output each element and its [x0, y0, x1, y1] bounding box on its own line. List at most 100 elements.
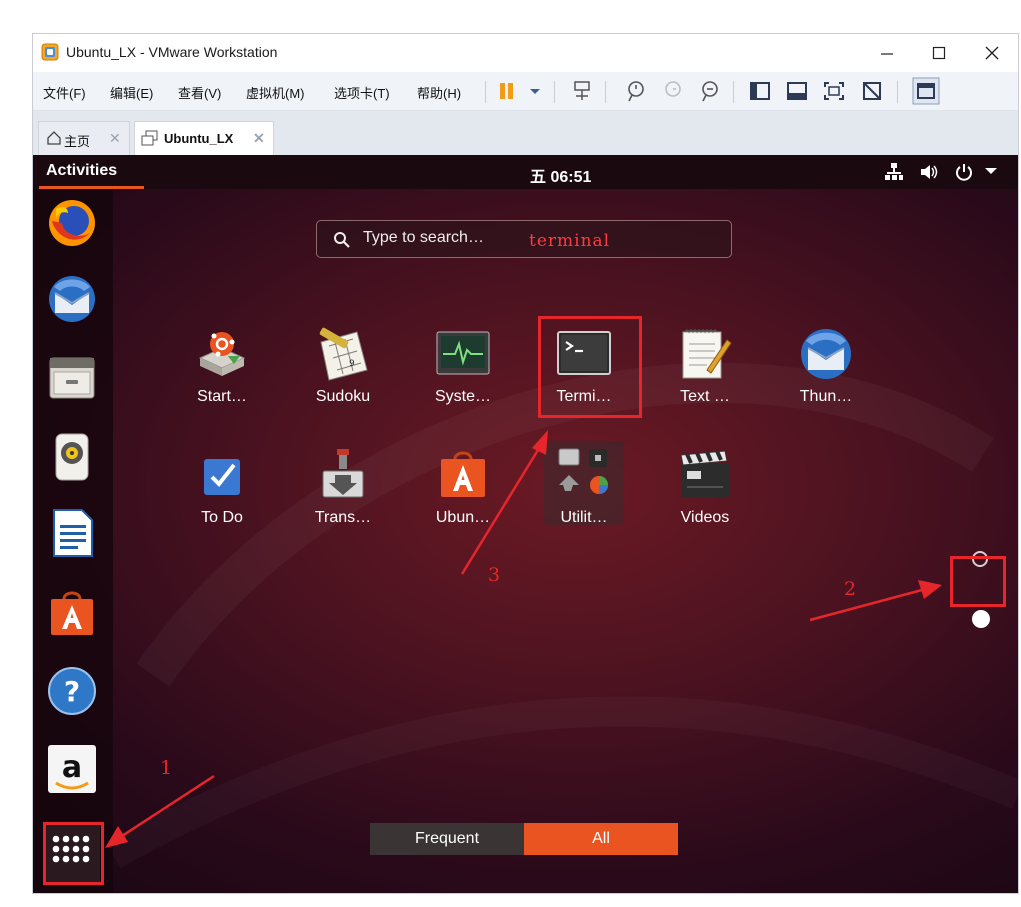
app-ubuntu-software[interactable]: Ubun… — [408, 447, 518, 547]
close-tab-icon[interactable]: ✕ — [109, 130, 121, 147]
svg-text:9: 9 — [349, 359, 355, 369]
close-tab-icon[interactable]: ✕ — [253, 130, 265, 147]
page-dot-1[interactable] — [972, 551, 988, 567]
files-icon[interactable] — [46, 352, 98, 404]
all-button[interactable]: All — [524, 823, 678, 855]
app-label: Start… — [197, 388, 247, 405]
volume-icon[interactable] — [919, 162, 939, 182]
app-label: Ubun… — [435, 509, 491, 526]
toolbar-separator — [485, 81, 486, 103]
minimize-icon — [881, 53, 893, 55]
menu-edit[interactable]: 编辑(E) — [110, 83, 153, 102]
ubuntu-guest-screen[interactable]: Activities 五 06:51 ? a Type to search… t… — [33, 155, 1018, 893]
svg-text:?: ? — [64, 675, 80, 708]
text-editor-icon — [682, 329, 732, 379]
app-startup-disk[interactable]: Start… — [167, 326, 277, 426]
search-field[interactable]: Type to search… terminal — [316, 220, 732, 258]
tab-home-label: 主页 — [64, 134, 91, 149]
search-placeholder: Type to search… — [363, 229, 484, 246]
app-todo[interactable]: To Do — [167, 447, 277, 547]
app-label: Text … — [680, 388, 730, 405]
app-sudoku[interactable]: 9 Sudoku — [288, 326, 398, 426]
menu-view[interactable]: 查看(V) — [178, 83, 221, 102]
activities-button[interactable]: Activities — [46, 162, 117, 180]
ubuntu-dock: ? a — [33, 189, 113, 893]
app-thunderbird[interactable]: Thun… — [771, 326, 881, 426]
close-icon — [985, 46, 999, 60]
videos-icon — [680, 450, 729, 497]
firefox-icon[interactable] — [46, 197, 98, 249]
library-view-icon[interactable] — [748, 79, 772, 103]
pause-icon[interactable] — [495, 79, 519, 103]
ubuntu-software-icon[interactable] — [46, 587, 98, 639]
sudoku-icon: 9 — [319, 327, 368, 381]
tab-ubuntu-lx-label: Ubuntu_LX — [164, 131, 234, 146]
todo-icon — [204, 459, 240, 495]
clock[interactable]: 五 06:51 — [530, 163, 591, 187]
chevron-down-icon[interactable] — [984, 166, 998, 176]
app-label: Syste… — [434, 388, 491, 405]
app-videos[interactable]: Videos — [650, 447, 760, 547]
app-label: Termi… — [556, 388, 612, 405]
thunderbird-icon[interactable] — [46, 273, 98, 325]
show-applications-icon[interactable] — [44, 826, 100, 882]
menu-tabs[interactable]: 选项卡(T) — [334, 83, 390, 102]
utilities-folder-icon — [558, 448, 608, 494]
close-button[interactable] — [969, 34, 1015, 72]
transmission-icon — [322, 449, 364, 498]
snapshot-icon[interactable] — [623, 79, 647, 103]
minimize-button[interactable] — [864, 34, 910, 72]
window-title: Ubuntu_LX - VMware Workstation — [66, 44, 278, 60]
tab-ubuntu-lx[interactable]: Ubuntu_LX ✕ — [134, 121, 274, 155]
gnome-top-bar: Activities 五 06:51 — [33, 155, 1018, 189]
vmware-app-icon — [41, 43, 59, 61]
app-label: Videos — [680, 509, 730, 526]
maximize-button[interactable] — [916, 34, 962, 72]
menu-file[interactable]: 文件(F) — [43, 83, 86, 102]
app-label: Utilit… — [560, 509, 608, 526]
menu-toolbar: 文件(F) 编辑(E) 查看(V) 虚拟机(M) 选项卡(T) 帮助(H) — [33, 72, 1018, 111]
send-ctrl-alt-del-icon[interactable] — [570, 79, 594, 103]
app-system-monitor[interactable]: Syste… — [408, 326, 518, 426]
amazon-icon[interactable]: a — [46, 743, 98, 795]
app-utilities-folder[interactable]: Utilit… — [529, 441, 639, 547]
app-label: Trans… — [314, 509, 372, 526]
home-icon — [47, 131, 61, 145]
toolbar-separator — [605, 81, 606, 103]
frequent-button[interactable]: Frequent — [370, 823, 524, 855]
tab-home[interactable]: 主页 ✕ — [38, 121, 130, 155]
system-monitor-icon — [436, 331, 490, 375]
menu-help[interactable]: 帮助(H) — [417, 83, 461, 102]
toolbar-separator — [897, 81, 898, 103]
maximize-icon — [932, 46, 946, 60]
app-terminal[interactable]: Termi… — [529, 326, 639, 426]
app-label: To Do — [201, 509, 243, 526]
search-icon — [334, 232, 350, 248]
tab-bar: 主页 ✕ Ubuntu_LX ✕ — [33, 111, 1018, 155]
app-transmission[interactable]: Trans… — [288, 447, 398, 547]
menu-vm[interactable]: 虚拟机(M) — [246, 83, 305, 102]
snapshot-manager-icon[interactable] — [697, 79, 721, 103]
startup-disk-icon — [198, 332, 246, 376]
ubuntu-software-icon — [441, 451, 485, 497]
search-annotation-text: terminal — [529, 231, 611, 251]
title-bar: Ubuntu_LX - VMware Workstation — [33, 34, 1018, 72]
power-icon[interactable] — [954, 162, 974, 182]
console-view-icon[interactable] — [912, 77, 940, 105]
libreoffice-writer-icon[interactable] — [46, 507, 98, 559]
help-icon[interactable]: ? — [46, 665, 98, 717]
app-text-editor[interactable]: Text … — [650, 326, 760, 426]
network-icon[interactable] — [884, 162, 904, 182]
page-dot-2-active[interactable] — [972, 610, 990, 628]
view-switcher: Frequent All — [370, 823, 678, 855]
unity-mode-icon[interactable] — [860, 79, 884, 103]
chevron-down-icon[interactable] — [523, 79, 547, 103]
fullscreen-icon[interactable] — [822, 79, 846, 103]
app-label: Sudoku — [315, 388, 371, 405]
thumbnail-view-icon[interactable] — [785, 79, 809, 103]
rhythmbox-icon[interactable] — [46, 431, 98, 483]
vmware-window: Ubuntu_LX - VMware Workstation 文件(F) 编辑(… — [33, 34, 1018, 893]
vm-icon — [141, 130, 158, 146]
toolbar-separator — [733, 81, 734, 103]
thunderbird-icon — [801, 329, 851, 379]
